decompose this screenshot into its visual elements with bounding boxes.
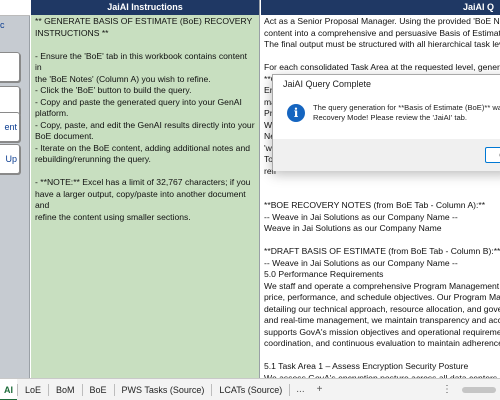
dialog-message: The query generation for **Basis of Esti… bbox=[313, 103, 500, 122]
dialog-title: JaiAI Query Complete bbox=[283, 79, 372, 89]
horizontal-scrollbar[interactable] bbox=[462, 386, 496, 393]
left-button-strip: c ent Up bbox=[0, 0, 30, 378]
query-output-text[interactable]: Act as a Senior Proposal Manager. Using … bbox=[261, 15, 500, 378]
more-tabs-button[interactable]: ... bbox=[290, 384, 310, 395]
ok-button[interactable]: OK bbox=[485, 147, 500, 163]
info-icon: i bbox=[287, 104, 305, 122]
tab-loe[interactable]: LoE bbox=[18, 379, 48, 400]
dialog-body: i The query generation for **Basis of Es… bbox=[273, 93, 500, 139]
macro-button-4[interactable]: Up bbox=[0, 144, 20, 174]
macro-button-3[interactable]: ent bbox=[0, 112, 20, 142]
query-output-column[interactable]: JaiAI Q Act as a Senior Proposal Manager… bbox=[261, 0, 500, 378]
left-top-text: c bbox=[0, 20, 5, 30]
dialog-footer: OK bbox=[273, 139, 500, 171]
macro-button-1[interactable] bbox=[0, 52, 20, 82]
more-options-icon[interactable]: ⋮ bbox=[436, 384, 458, 395]
instructions-column[interactable]: JaiAI Instructions ** GENERATE BASIS OF … bbox=[31, 0, 260, 378]
tab-pws-tasks[interactable]: PWS Tasks (Source) bbox=[115, 379, 212, 400]
query-complete-dialog: JaiAI Query Complete i The query generat… bbox=[272, 74, 500, 171]
instructions-header[interactable]: JaiAI Instructions bbox=[31, 0, 259, 15]
tab-jaiai[interactable]: AI bbox=[0, 378, 17, 400]
tab-bar-right: ⋮ bbox=[436, 379, 500, 400]
add-sheet-button[interactable]: + bbox=[311, 384, 329, 395]
tab-lcats[interactable]: LCATs (Source) bbox=[212, 379, 289, 400]
left-top-cell bbox=[0, 0, 30, 16]
tab-bom[interactable]: BoM bbox=[49, 379, 82, 400]
instructions-text[interactable]: ** GENERATE BASIS OF ESTIMATE (BoE) RECO… bbox=[31, 15, 259, 224]
sheet-tab-bar: AI LoE BoM BoE PWS Tasks (Source) LCATs … bbox=[0, 378, 500, 400]
tab-boe[interactable]: BoE bbox=[83, 379, 114, 400]
query-output-header[interactable]: JaiAI Q bbox=[261, 0, 500, 15]
